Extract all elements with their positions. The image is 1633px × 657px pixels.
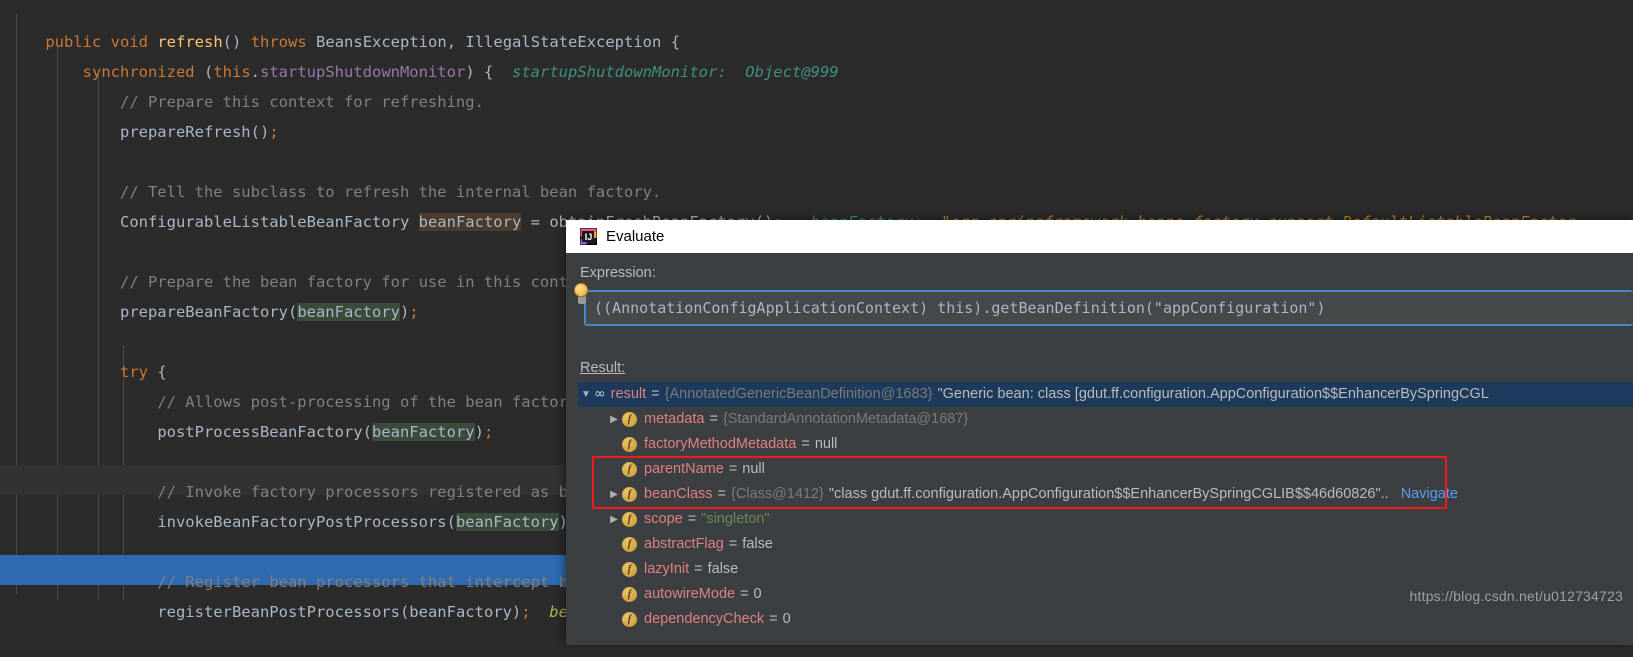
tree-row-name: abstractFlag — [644, 536, 724, 552]
code-line[interactable]: synchronized (this.startupShutdownMonito… — [0, 27, 1633, 81]
tree-row-ref: {AnnotatedGenericBeanDefinition@1683} — [664, 386, 933, 402]
tree-row-beanclass[interactable]: ▶ f beanClass = {Class@1412} "class gdut… — [578, 482, 1633, 507]
tree-row-ref: {StandardAnnotationMetadata@1687} — [722, 411, 969, 427]
expression-input-wrapper[interactable]: ((AnnotationConfigApplicationContext) th… — [584, 290, 1633, 326]
tree-row-factorymethodmetadata[interactable]: ▶ f factoryMethodMetadata = null — [578, 432, 1633, 457]
tree-row-parentname[interactable]: ▶ f parentName = null — [578, 457, 1633, 482]
tree-row-scope[interactable]: ▶ f scope = "singleton" — [578, 507, 1633, 532]
expand-arrow-placeholder-icon: ▶ — [606, 582, 622, 607]
tree-row-name: scope — [644, 511, 683, 527]
tree-row-eq: = — [769, 611, 778, 627]
code-line[interactable]: prepareRefresh(); — [0, 87, 1633, 141]
tree-row-name: dependencyCheck — [644, 611, 765, 627]
tree-row-lazyinit[interactable]: ▶ f lazyInit = false — [578, 557, 1633, 582]
expand-arrow-placeholder-icon: ▶ — [606, 607, 622, 632]
tree-row-value: "Generic bean: class [gdut.ff.configurat… — [937, 386, 1489, 402]
dialog-title: Evaluate — [606, 228, 665, 245]
tree-row-value: null — [814, 436, 838, 452]
tree-row-value: "singleton" — [701, 511, 770, 527]
tree-row-name: lazyInit — [644, 561, 690, 577]
tree-row-ref: {Class@1412} — [730, 486, 824, 502]
expand-arrow-placeholder-icon: ▶ — [606, 532, 622, 557]
code-text: invokeBeanFactoryPostProcessors(beanFact… — [157, 513, 577, 531]
tree-row-abstractflag[interactable]: ▶ f abstractFlag = false — [578, 532, 1633, 557]
field-badge-icon: f — [622, 587, 637, 602]
tree-row-eq: = — [801, 436, 810, 452]
tree-row-eq: = — [717, 486, 726, 502]
intellij-idea-icon: IJ — [580, 228, 597, 245]
expand-arrow-icon[interactable]: ▶ — [606, 407, 622, 432]
code-line[interactable]: ConfigurableListableBeanFactory beanFact… — [0, 177, 1633, 231]
tree-row-name: autowireMode — [644, 586, 736, 602]
tree-row-eq: = — [728, 536, 738, 552]
lightbulb-icon[interactable] — [574, 283, 590, 307]
tree-row-eq: = — [694, 561, 703, 577]
navigate-link[interactable]: Navigate — [1401, 482, 1458, 507]
field-badge-icon: f — [622, 437, 637, 452]
field-badge-icon: f — [622, 537, 637, 552]
field-badge-icon: f — [622, 462, 637, 477]
reference-badge-icon: ∞ — [594, 386, 606, 402]
code-text: prepareBeanFactory(beanFactory); — [119, 303, 419, 321]
field-badge-icon: f — [622, 412, 637, 427]
code-line[interactable]: // Tell the subclass to refresh the inte… — [0, 147, 1633, 201]
expand-arrow-placeholder-icon: ▶ — [606, 457, 622, 482]
expression-input[interactable]: ((AnnotationConfigApplicationContext) th… — [586, 299, 1633, 317]
tree-row-dependencycheck[interactable]: ▶ f dependencyCheck = 0 — [578, 607, 1633, 632]
field-badge-icon: f — [622, 512, 637, 527]
tree-row-name: metadata — [644, 411, 705, 427]
tree-row-value: 0 — [782, 611, 791, 627]
tree-row-name: result — [610, 386, 647, 402]
tree-row-eq: = — [728, 461, 738, 477]
field-badge-icon: f — [622, 612, 637, 627]
tree-row-eq: = — [651, 386, 660, 402]
code-text: prepareRefresh(); — [119, 123, 279, 141]
result-tree[interactable]: ▼ ∞ result = {AnnotatedGenericBeanDefini… — [578, 382, 1633, 645]
tree-row-name: parentName — [644, 461, 724, 477]
tree-row-metadata[interactable]: ▶ f metadata = {StandardAnnotationMetada… — [578, 407, 1633, 432]
tree-row-value: 0 — [753, 586, 762, 602]
code-line[interactable]: // Prepare this context for refreshing. — [0, 57, 1633, 111]
code-text: registerBeanPostProcessors(beanFactory);… — [37, 597, 586, 627]
svg-text:IJ: IJ — [585, 232, 593, 242]
watermark-text: https://blog.csdn.net/u012734723 — [1409, 588, 1623, 604]
expand-arrow-placeholder-icon: ▶ — [606, 432, 622, 457]
tree-row-eq: = — [709, 411, 718, 427]
tree-row-eq: = — [687, 511, 697, 527]
tree-row-value: false — [707, 561, 739, 577]
evaluate-dialog[interactable]: IJ Evaluate Expression: ((AnnotationConf… — [566, 220, 1633, 645]
dialog-titlebar: IJ Evaluate — [566, 220, 1633, 253]
code-text: postProcessBeanFactory(beanFactory); — [157, 423, 494, 441]
tree-row-value: "class gdut.ff.configuration.AppConfigur… — [828, 486, 1389, 502]
expression-label: Expression: — [580, 265, 656, 281]
expand-arrow-icon[interactable]: ▶ — [606, 507, 622, 532]
tree-row-eq: = — [740, 586, 749, 602]
field-badge-icon: f — [622, 487, 637, 502]
tree-row-name: factoryMethodMetadata — [644, 436, 797, 452]
result-label: Result: — [580, 360, 626, 376]
field-badge-icon: f — [622, 562, 637, 577]
tree-row-name: beanClass — [644, 486, 713, 502]
collapse-arrow-icon[interactable]: ▼ — [578, 382, 594, 407]
code-line[interactable]: public void refresh() throws BeansExcept… — [0, 0, 1633, 51]
expand-arrow-placeholder-icon: ▶ — [606, 557, 622, 582]
tree-row-value: null — [742, 461, 765, 477]
tree-row-result[interactable]: ▼ ∞ result = {AnnotatedGenericBeanDefini… — [578, 382, 1633, 407]
tree-row-value: false — [742, 536, 773, 552]
expand-arrow-icon[interactable]: ▶ — [606, 482, 622, 507]
